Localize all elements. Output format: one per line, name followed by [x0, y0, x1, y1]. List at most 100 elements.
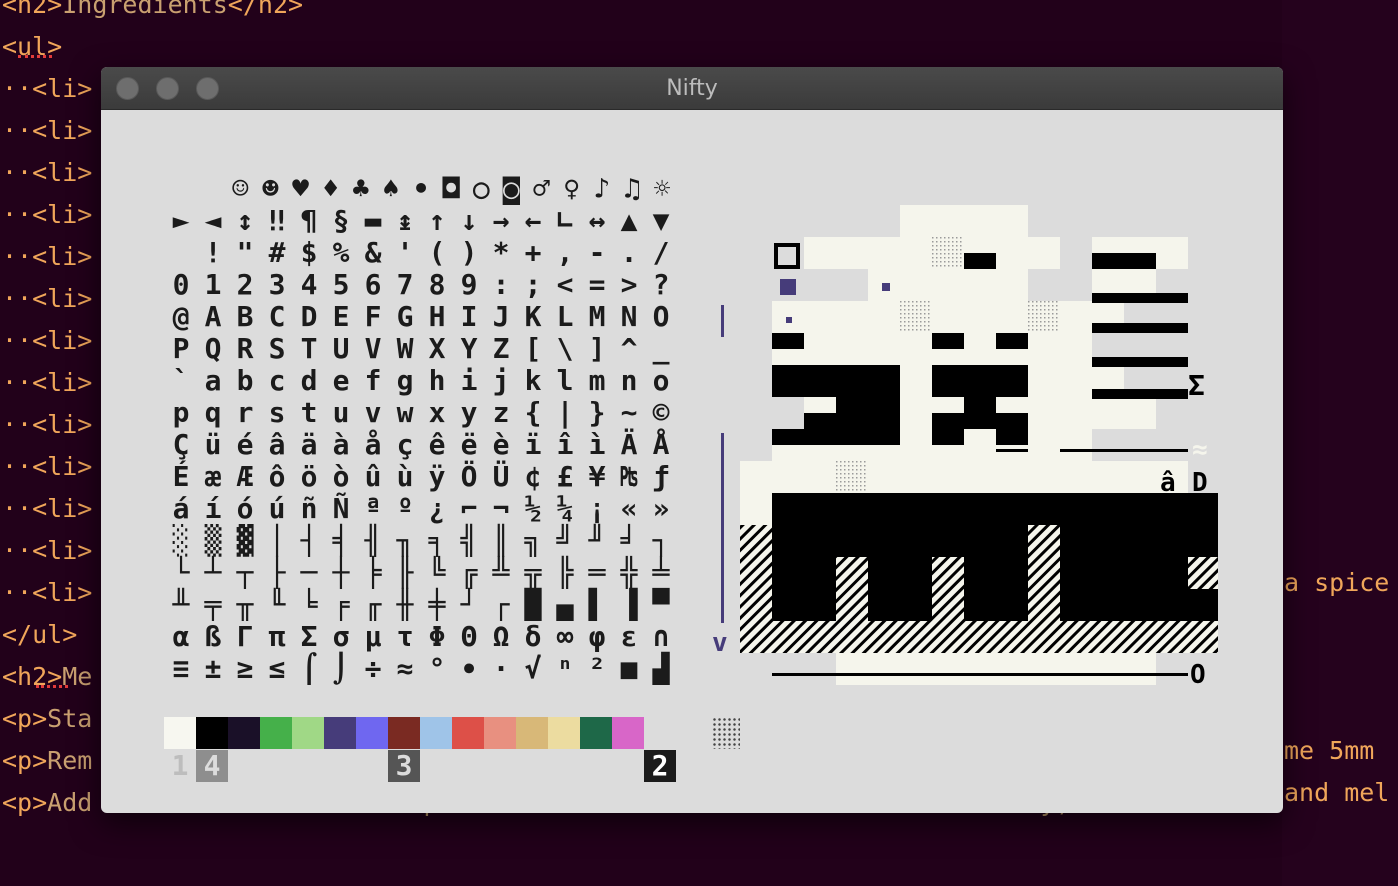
glyph-cell[interactable]: ∩ [645, 621, 677, 653]
glyph-cell[interactable]: : [485, 269, 517, 301]
glyph-cell[interactable]: q [197, 397, 229, 429]
glyph-cell[interactable]: ô [261, 461, 293, 493]
glyph-cell[interactable]: â [261, 429, 293, 461]
glyph-cell[interactable]: ‼ [261, 205, 293, 237]
glyph-cell[interactable]: ╦ [517, 557, 549, 589]
glyph-cell[interactable]: k [517, 365, 549, 397]
glyph-cell[interactable]: ; [517, 269, 549, 301]
glyph-cell[interactable]: ╛ [613, 525, 645, 557]
glyph-cell[interactable]: ▼ [645, 205, 677, 237]
glyph-cell[interactable]: ▒ [197, 525, 229, 557]
glyph-cell[interactable]: ½ [517, 493, 549, 525]
glyph-cell[interactable]: ♠ [376, 173, 406, 205]
glyph-cell[interactable]: µ [357, 621, 389, 653]
palette-swatch[interactable] [388, 717, 420, 749]
glyph-cell[interactable]: ▌ [581, 589, 613, 621]
glyph-cell[interactable]: ╩ [485, 557, 517, 589]
glyph-cell[interactable]: · [485, 653, 517, 685]
glyph-cell[interactable]: L [549, 301, 581, 333]
glyph-cell[interactable]: ☻ [255, 173, 285, 205]
palette-swatch[interactable] [612, 717, 644, 749]
glyph-cell[interactable]: ┐ [645, 525, 677, 557]
glyph-cell[interactable]: ♂ [527, 173, 557, 205]
glyph-cell[interactable]: ↨ [389, 205, 421, 237]
glyph-picker[interactable]: ☺ ☻ ♥ ♦ ♣ ♠ • ◘ ○ ◙ ♂ ♀ ♪ ♫ ☼ ► ◄ ↕ ‼ ¶ § ▬ ↨ ↑ ↓ → ← ∟ ↔ ▲ ▼ ! " # $% & '(… [165, 173, 677, 685]
glyph-cell[interactable]: X [421, 333, 453, 365]
glyph-cell[interactable]: ▄ [549, 589, 581, 621]
glyph-cell[interactable]: ♣ [346, 173, 376, 205]
glyph-cell[interactable]: → [485, 205, 517, 237]
glyph-cell[interactable]: Φ [421, 621, 453, 653]
glyph-cell[interactable]: ▓ [229, 525, 261, 557]
glyph-cell[interactable]: π [261, 621, 293, 653]
glyph-cell[interactable]: ┴ [197, 557, 229, 589]
glyph-cell[interactable]: ¢ [517, 461, 549, 493]
glyph-cell[interactable]: ├ [261, 557, 293, 589]
glyph-cell[interactable]: & [357, 237, 389, 269]
glyph-cell[interactable]: O [645, 301, 677, 333]
glyph-cell[interactable] [165, 173, 195, 205]
glyph-cell[interactable]: , [549, 237, 581, 269]
glyph-cell[interactable]: ┤ [293, 525, 325, 557]
glyph-cell[interactable]: 0 [165, 269, 197, 301]
glyph-cell[interactable]: + [517, 237, 549, 269]
glyph-cell[interactable]: ╝ [549, 525, 581, 557]
glyph-cell[interactable]: E [325, 301, 357, 333]
glyph-cell[interactable]: l [549, 365, 581, 397]
glyph-cell[interactable]: ( [421, 237, 453, 269]
glyph-cell[interactable]: ☺ [225, 173, 255, 205]
glyph-cell[interactable]: Σ [293, 621, 325, 653]
glyph-cell[interactable]: / [645, 237, 677, 269]
glyph-cell[interactable]: [ [517, 333, 549, 365]
glyph-cell[interactable]: │ [261, 525, 293, 557]
glyph-cell[interactable]: £ [549, 461, 581, 493]
glyph-cell[interactable]: y [453, 397, 485, 429]
glyph-cell[interactable]: ╫ [389, 589, 421, 621]
glyph-cell[interactable]: è [485, 429, 517, 461]
glyph-cell[interactable]: ■ [613, 653, 645, 685]
title-bar[interactable]: Nifty [101, 67, 1283, 110]
glyph-cell[interactable]: j [485, 365, 517, 397]
glyph-cell[interactable]: Ç [165, 429, 197, 461]
glyph-cell[interactable]: ╬ [613, 557, 645, 589]
glyph-cell[interactable]: } [581, 397, 613, 429]
glyph-cell[interactable]: • [406, 173, 436, 205]
glyph-cell[interactable]: ö [293, 461, 325, 493]
glyph-cell[interactable]: ▀ [645, 589, 677, 621]
glyph-cell[interactable]: ÿ [421, 461, 453, 493]
glyph-cell[interactable]: ∟ [549, 205, 581, 237]
glyph-cell[interactable]: ä [293, 429, 325, 461]
glyph-cell[interactable] [195, 173, 225, 205]
glyph-cell[interactable]: à [325, 429, 357, 461]
glyph-cell[interactable]: ♀ [557, 173, 587, 205]
glyph-cell[interactable]: « [613, 493, 645, 525]
glyph-cell[interactable]: M [581, 301, 613, 333]
glyph-cell[interactable]: D [293, 301, 325, 333]
glyph-cell[interactable]: ╨ [165, 589, 197, 621]
glyph-cell[interactable]: f [357, 365, 389, 397]
glyph-cell[interactable]: ¿ [421, 493, 453, 525]
glyph-cell[interactable]: ─ [293, 557, 325, 589]
glyph-cell[interactable]: û [357, 461, 389, 493]
glyph-cell[interactable]: p [165, 397, 197, 429]
glyph-cell[interactable]: o [645, 365, 677, 397]
glyph-cell[interactable]: ¶ [293, 205, 325, 237]
glyph-cell[interactable]: w [389, 397, 421, 429]
glyph-cell[interactable]: δ [517, 621, 549, 653]
glyph-cell[interactable]: z [485, 397, 517, 429]
glyph-cell[interactable]: ∙ [453, 653, 485, 685]
glyph-cell[interactable]: 5 [325, 269, 357, 301]
glyph-cell[interactable]: $ [293, 237, 325, 269]
glyph-cell[interactable]: ε [613, 621, 645, 653]
glyph-cell[interactable]: Γ [229, 621, 261, 653]
glyph-cell[interactable]: ï [517, 429, 549, 461]
glyph-cell[interactable]: ┬ [229, 557, 261, 589]
glyph-cell[interactable]: ç [389, 429, 421, 461]
palette-swatch[interactable] [356, 717, 388, 749]
glyph-cell[interactable]: ┌ [485, 589, 517, 621]
glyph-cell[interactable]: g [389, 365, 421, 397]
glyph-cell[interactable]: m [581, 365, 613, 397]
glyph-cell[interactable]: W [389, 333, 421, 365]
glyph-cell[interactable]: ╠ [549, 557, 581, 589]
glyph-cell[interactable]: " [229, 237, 261, 269]
